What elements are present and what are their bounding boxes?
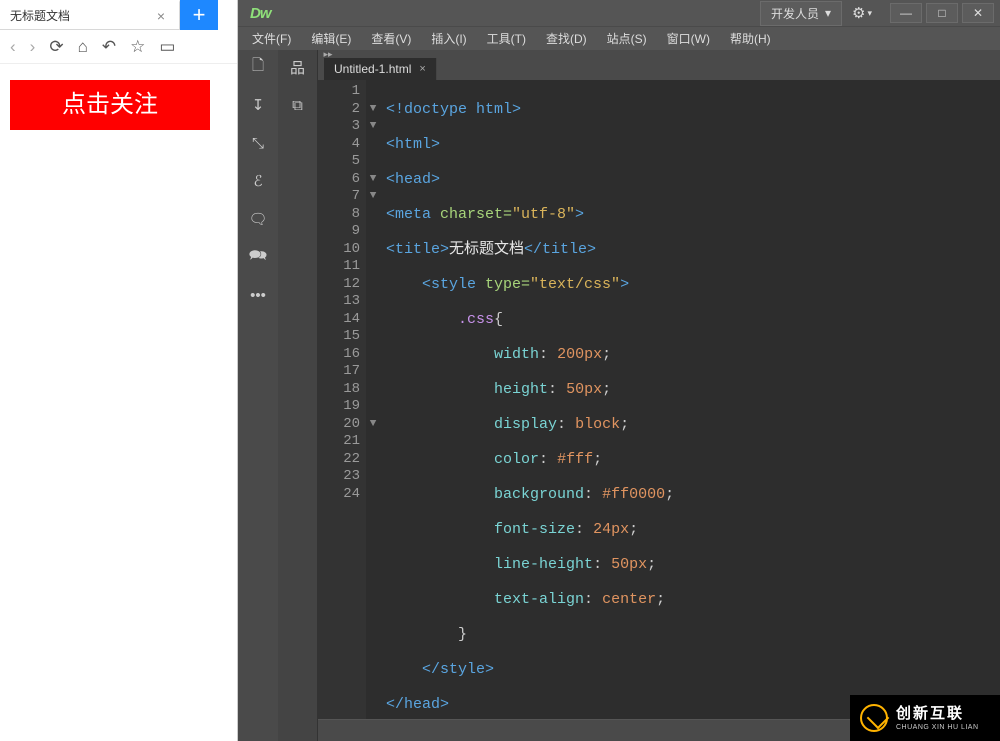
menu-find[interactable]: 查找(D) bbox=[538, 28, 595, 49]
reader-icon[interactable]: ▭ bbox=[159, 37, 175, 57]
new-tab-button[interactable]: + bbox=[180, 0, 218, 30]
maximize-button[interactable]: □ bbox=[926, 3, 958, 23]
browser-tab-strip: 无标题文档 × + bbox=[0, 0, 237, 30]
watermark-cn: 创新互联 bbox=[896, 706, 979, 721]
forward-icon[interactable]: › bbox=[30, 37, 36, 57]
more-icon[interactable]: ••• bbox=[247, 284, 269, 306]
expand-icon[interactable]: ⤡ bbox=[247, 132, 269, 154]
chat-icon[interactable]: 🗪 bbox=[247, 246, 269, 268]
undo-icon[interactable]: ↶ bbox=[102, 37, 116, 57]
new-file-icon[interactable]: 🗋 bbox=[247, 56, 269, 78]
fold-gutter: ▼▼▼▼▼ bbox=[366, 80, 380, 719]
related-files-icon[interactable]: ⧉ bbox=[287, 94, 309, 116]
preview-link-button[interactable]: 点击关注 bbox=[10, 80, 210, 130]
browser-preview-pane: 无标题文档 × + ‹ › ⟳ ⌂ ↶ ☆ ▭ 点击关注 bbox=[0, 0, 238, 741]
watermark-en: CHUANG XIN HU LIAN bbox=[896, 724, 979, 731]
menu-view[interactable]: 查看(V) bbox=[363, 28, 419, 49]
minimize-button[interactable]: — bbox=[890, 3, 922, 23]
tool-column-left: 🗋 ↧ ⤡ ℰ 🗨 🗪 ••• bbox=[238, 50, 278, 741]
close-icon[interactable]: × bbox=[419, 63, 425, 75]
gear-icon[interactable]: ⚙▾ bbox=[848, 4, 876, 22]
browser-tab[interactable]: 无标题文档 × bbox=[0, 0, 180, 30]
comment-icon[interactable]: 🗨 bbox=[247, 208, 269, 230]
watermark-logo-icon bbox=[860, 704, 888, 732]
panel-strip: ▸▸ bbox=[318, 50, 1000, 58]
code-editor[interactable]: 123456789101112131415161718192021222324 … bbox=[318, 80, 1000, 719]
menu-site[interactable]: 站点(S) bbox=[599, 28, 655, 49]
home-icon[interactable]: ⌂ bbox=[78, 37, 88, 57]
menu-window[interactable]: 窗口(W) bbox=[659, 28, 718, 49]
app-titlebar: Dw 开发人员 ▾ ⚙▾ — □ ✕ bbox=[238, 0, 1000, 26]
file-tab[interactable]: Untitled-1.html × bbox=[324, 58, 437, 80]
menu-bar: 文件(F) 编辑(E) 查看(V) 插入(I) 工具(T) 查找(D) 站点(S… bbox=[238, 26, 1000, 50]
menu-help[interactable]: 帮助(H) bbox=[722, 28, 779, 49]
code-body[interactable]: <!doctype html> <html> <head> <meta char… bbox=[380, 80, 1000, 719]
watermark: 创新互联 CHUANG XIN HU LIAN bbox=[850, 695, 1000, 741]
file-tab-label: Untitled-1.html bbox=[334, 62, 411, 76]
collapse-icon[interactable]: ▸▸ bbox=[318, 50, 338, 58]
close-button[interactable]: ✕ bbox=[962, 3, 994, 23]
chevron-down-icon: ▾ bbox=[825, 6, 831, 20]
favorite-icon[interactable]: ☆ bbox=[130, 37, 145, 57]
menu-file[interactable]: 文件(F) bbox=[244, 28, 299, 49]
browser-nav-bar: ‹ › ⟳ ⌂ ↶ ☆ ▭ bbox=[0, 30, 237, 64]
dreamweaver-pane: Dw 开发人员 ▾ ⚙▾ — □ ✕ 文件(F) 编辑(E) 查看(V) 插入(… bbox=[238, 0, 1000, 741]
close-icon[interactable]: × bbox=[153, 8, 169, 24]
menu-insert[interactable]: 插入(I) bbox=[423, 28, 474, 49]
reload-icon[interactable]: ⟳ bbox=[49, 37, 63, 57]
line-gutter: 123456789101112131415161718192021222324 bbox=[318, 80, 366, 719]
file-tab-bar: Untitled-1.html × bbox=[318, 58, 1000, 80]
preview-body: 点击关注 bbox=[0, 64, 237, 146]
menu-tools[interactable]: 工具(T) bbox=[479, 28, 534, 49]
brush-icon[interactable]: ℰ bbox=[247, 170, 269, 192]
dom-tree-icon[interactable]: 品 bbox=[287, 56, 309, 78]
workspace-switcher[interactable]: 开发人员 ▾ bbox=[760, 1, 842, 26]
browser-tab-title: 无标题文档 bbox=[10, 7, 70, 24]
editor-column: ▸▸ Untitled-1.html × 1234567891011121314… bbox=[318, 50, 1000, 741]
workspace-label: 开发人员 bbox=[771, 5, 819, 22]
back-icon[interactable]: ‹ bbox=[10, 37, 16, 57]
app-logo: Dw bbox=[244, 5, 277, 22]
menu-edit[interactable]: 编辑(E) bbox=[303, 28, 359, 49]
download-icon[interactable]: ↧ bbox=[247, 94, 269, 116]
tool-column-dom: 品 ⧉ bbox=[278, 50, 318, 741]
